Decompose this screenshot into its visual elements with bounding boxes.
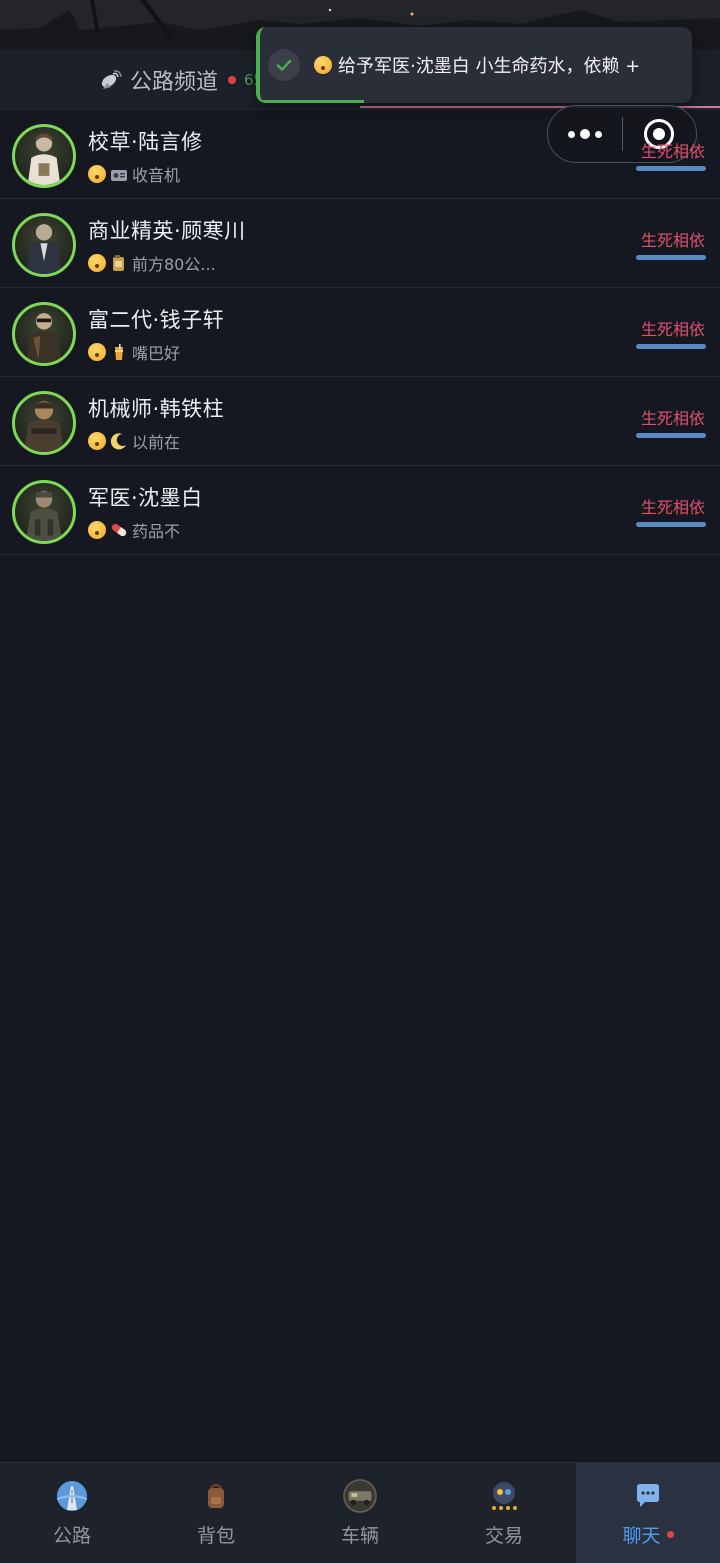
vehicle-icon [343,1479,377,1513]
fuel-can-icon [113,255,124,271]
message-preview: 嘴巴好 [132,344,181,363]
contact-row[interactable]: 军医·沈墨白 药品不 生死相依 [0,466,720,555]
moon-icon [110,433,126,450]
surprised-face-icon [88,254,106,272]
contact-name: 机械师·韩铁柱 [88,397,225,421]
toast-message: 给予军医·沈墨白 小生命药水，依赖 + [338,56,641,77]
channel-title-group[interactable]: 公路频道 65 [98,64,263,96]
tab-road[interactable]: 公路 [0,1463,144,1563]
tab-trade[interactable]: 交易 [432,1463,576,1563]
pill-icon [111,523,127,537]
contact-name: 校草·陆言修 [88,130,203,154]
tab-backpack[interactable]: 背包 [144,1463,288,1563]
relationship-label: 生死相依 [640,409,705,428]
contact-list: 校草·陆言修 收音机 生死相依 商业精英·顾寒川 前方80公... 生死相依 富… [0,110,720,555]
surprised-face-icon [88,165,106,183]
relationship-label: 生死相依 [640,142,705,161]
unread-dot [666,1531,674,1538]
toast-progress-bar [260,100,364,103]
bottom-nav: 公路 背包 车辆 交易 聊天 [0,1462,720,1563]
contact-name: 富二代·钱子轩 [88,308,225,332]
message-preview: 以前在 [132,433,181,452]
road-icon [55,1479,89,1513]
channel-title: 公路频道 [130,70,219,95]
relationship-label: 生死相依 [640,320,705,339]
contact-row[interactable]: 商业精英·顾寒川 前方80公... 生死相依 [0,199,720,288]
message-preview: 收音机 [132,166,181,185]
tab-label: 背包 [196,1525,235,1547]
tab-chat[interactable]: 聊天 [576,1463,720,1563]
relationship-label: 生死相依 [640,231,705,250]
surprised-face-icon [314,56,332,74]
avatar [12,124,76,188]
gift-toast: 给予军医·沈墨白 小生命药水，依赖 + [256,27,692,103]
satellite-icon [101,70,122,89]
trade-icon [487,1479,521,1513]
tab-vehicle[interactable]: 车辆 [288,1463,432,1563]
message-preview: 前方80公... [132,255,216,274]
drink-icon [115,344,123,360]
bond-progress-bar [636,166,706,171]
bond-progress-bar [636,433,706,438]
bond-progress-bar [636,522,706,527]
avatar [12,213,76,277]
contact-row[interactable]: 富二代·钱子轩 嘴巴好 生死相依 [0,288,720,377]
relationship-label: 生死相依 [640,498,705,517]
avatar [12,302,76,366]
message-preview: 药品不 [132,522,181,541]
contact-name: 军医·沈墨白 [88,486,203,510]
backpack-icon [199,1479,233,1513]
avatar [12,391,76,455]
channel-unread-dot [228,76,237,84]
tab-label: 车辆 [340,1525,379,1547]
contact-row[interactable]: 机械师·韩铁柱 以前在 生死相依 [0,377,720,466]
bond-progress-bar [636,255,706,260]
tab-label: 公路 [52,1525,91,1547]
radio-icon [111,170,127,181]
check-icon [268,49,300,81]
surprised-face-icon [88,432,106,450]
surprised-face-icon [88,343,106,361]
chat-icon [631,1479,665,1513]
contact-row[interactable]: 校草·陆言修 收音机 生死相依 [0,110,720,199]
surprised-face-icon [88,521,106,539]
contact-name: 商业精英·顾寒川 [88,219,246,243]
avatar [12,480,76,544]
bond-progress-bar [636,344,706,349]
tab-label: 交易 [484,1525,523,1547]
tab-label: 聊天 [622,1525,661,1547]
